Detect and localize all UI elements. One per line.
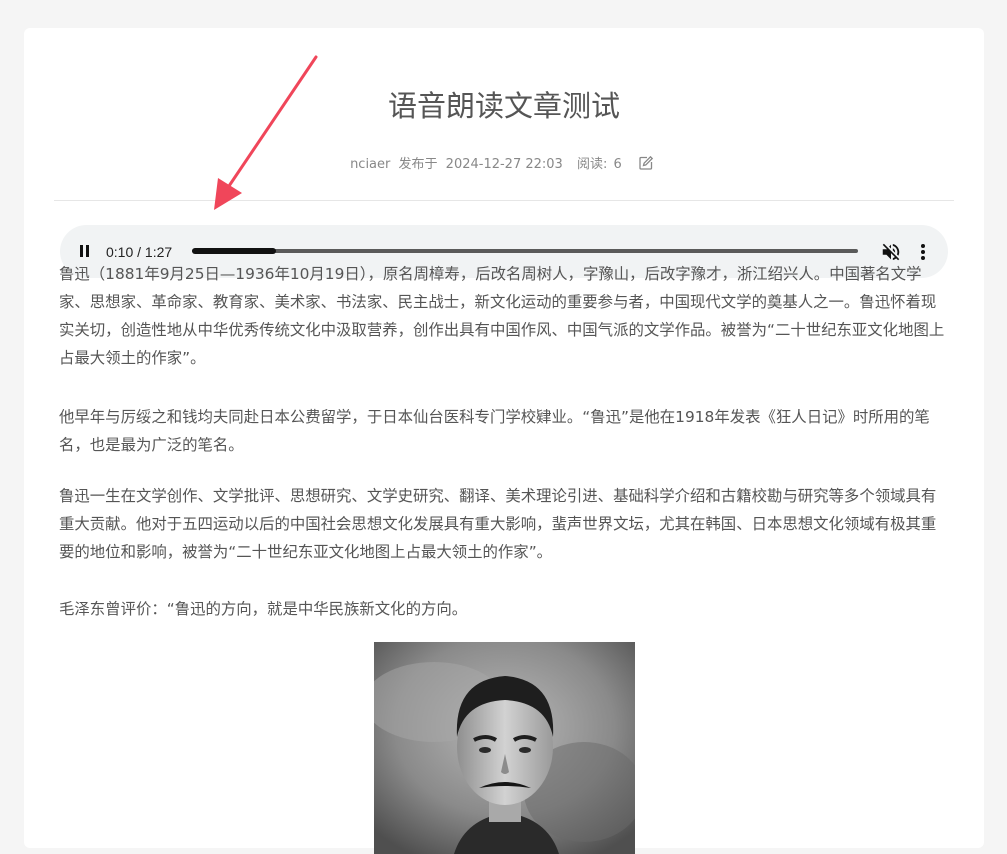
article-title: 语音朗读文章测试 xyxy=(387,89,620,123)
article-paragraph: 他早年与厉绥之和钱均夫同赴日本公费留学，于日本仙台医科专门学校肄业。“鲁迅”是他… xyxy=(59,408,930,454)
seek-bar[interactable] xyxy=(192,248,858,254)
time-display: 0:10 / 1:27 xyxy=(106,244,173,260)
article-paragraph: 鲁迅（1881年9月25日—1936年10月19日），原名周樟寿，后改名周树人，… xyxy=(59,265,945,367)
article-meta: nciaer 发布于 2024-12-27 22:03 阅读: 6 xyxy=(24,155,984,177)
author-portrait xyxy=(374,642,635,854)
article-paragraph: 鲁迅一生在文学创作、文学批评、思想研究、文学史研究、翻译、美术理论引进、基础科学… xyxy=(59,487,937,561)
meta-divider xyxy=(54,200,954,201)
article-card: 语音朗读文章测试 nciaer 发布于 2024-12-27 22:03 阅读:… xyxy=(24,28,984,854)
pause-button[interactable] xyxy=(76,242,96,262)
published-label: 发布于 xyxy=(398,157,438,172)
author-name[interactable]: nciaer xyxy=(350,157,390,172)
views-count: 6 xyxy=(613,157,622,172)
article-paragraph: 毛泽东曾评价：“鲁迅的方向，就是中华民族新文化的方向。 xyxy=(59,600,468,618)
seek-bar-progress xyxy=(192,248,276,254)
published-date: 2024-12-27 22:03 xyxy=(445,157,563,172)
views-label: 阅读: xyxy=(576,157,608,172)
edit-icon[interactable] xyxy=(638,155,654,177)
